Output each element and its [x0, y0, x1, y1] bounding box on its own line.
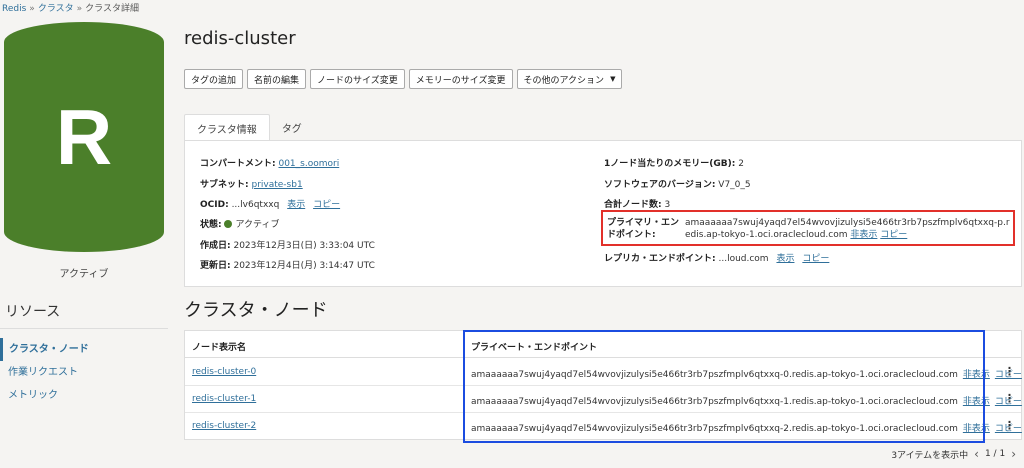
avatar-status: アクティブ [59, 269, 109, 280]
resources-title: リソース [5, 304, 61, 320]
compartment-label: コンパートメント: [200, 159, 276, 169]
chevron-left-icon[interactable]: ‹ [974, 447, 979, 461]
cluster-info-panel: コンパートメント: 001_s.oomori サブネット: private-sb… [184, 140, 1022, 287]
compartment-field: コンパートメント: 001_s.oomori [200, 156, 339, 169]
primary-endpoint-text: amaaaaaa7swuj4yaqd7el54wvovjizulysi5e466… [685, 218, 1010, 240]
column-header-private-endpoint[interactable]: プライベート・エンドポイント [471, 340, 597, 353]
node-hide-link[interactable]: 非表示 [963, 397, 990, 407]
subnet-link[interactable]: private-sb1 [251, 180, 302, 190]
page-indicator: 1 / 1 [984, 449, 1006, 459]
compartment-link[interactable]: 001_s.oomori [278, 159, 339, 169]
breadcrumb-redis[interactable]: Redis [2, 4, 26, 14]
breadcrumb-separator: » [29, 4, 35, 14]
node-name-link[interactable]: redis-cluster-1 [192, 394, 256, 404]
primary-endpoint-hide-link[interactable]: 非表示 [850, 230, 877, 240]
row-actions-kebab-icon[interactable]: ⋮ [1004, 419, 1015, 432]
node-endpoint-text: amaaaaaa7swuj4yaqd7el54wvovjizulysi5e466… [471, 424, 958, 434]
breadcrumb-clusters[interactable]: クラスタ [38, 4, 74, 14]
resources-divider [0, 328, 168, 329]
node-endpoint: amaaaaaa7swuj4yaqd7el54wvovjizulysi5e466… [471, 367, 1022, 380]
replica-endpoint-label: レプリカ・エンドポイント: [604, 254, 716, 264]
ocid-value: ...lv6qtxxq [231, 200, 280, 210]
resource-item-work-requests[interactable]: 作業リクエスト [0, 361, 168, 384]
replica-copy-link[interactable]: コピー [802, 254, 829, 264]
state-value: アクティブ [235, 220, 280, 230]
replica-show-link[interactable]: 表示 [776, 254, 794, 264]
total-nodes-field: 合計ノード数: 3 [604, 197, 670, 210]
caret-down-icon: ▼ [610, 75, 616, 83]
table-footer: 3アイテムを表示中 ‹ 1 / 1 › [891, 447, 1016, 461]
breadcrumb-current: クラスタ詳細 [85, 4, 139, 14]
resource-item-metrics[interactable]: メトリック [0, 384, 168, 407]
created-field: 作成日: 2023年12月3日(日) 3:33:04 UTC [200, 238, 375, 251]
cluster-nodes-title: クラスタ・ノード [184, 300, 328, 321]
updated-field: 更新日: 2023年12月4日(月) 3:14:47 UTC [200, 258, 375, 271]
resource-item-cluster-nodes[interactable]: クラスタ・ノード [0, 338, 168, 361]
memory-value: 2 [738, 159, 744, 169]
ocid-label: OCID: [200, 200, 229, 210]
created-label: 作成日: [200, 241, 231, 251]
subnet-label: サブネット: [200, 180, 249, 190]
primary-endpoint-highlight: プライマリ・エンドポイント: amaaaaaa7swuj4yaqd7el54wv… [601, 210, 1015, 246]
updated-label: 更新日: [200, 261, 231, 271]
row-actions-kebab-icon[interactable]: ⋮ [1004, 365, 1015, 378]
node-name-link[interactable]: redis-cluster-0 [192, 367, 256, 377]
node-endpoint-text: amaaaaaa7swuj4yaqd7el54wvovjizulysi5e466… [471, 397, 958, 407]
add-tag-button[interactable]: タグの追加 [184, 69, 244, 89]
resize-nodes-button[interactable]: ノードのサイズ変更 [310, 69, 405, 89]
cluster-avatar: R [4, 22, 164, 252]
state-label: 状態: [200, 220, 222, 230]
tab-bar: クラスタ情報 タグ [184, 114, 314, 141]
chevron-right-icon[interactable]: › [1011, 447, 1016, 461]
replica-endpoint-field: レプリカ・エンドポイント: ...loud.com 表示 コピー [604, 251, 829, 264]
software-value: V7_0_5 [718, 180, 751, 190]
memory-field: 1ノード当たりのメモリー(GB): 2 [604, 156, 744, 169]
more-actions-label: その他のアクション [523, 75, 605, 86]
more-actions-button[interactable]: その他のアクション ▼ [516, 69, 623, 89]
resize-memory-button[interactable]: メモリーのサイズ変更 [408, 69, 513, 89]
breadcrumb-separator: » [76, 4, 83, 14]
table-row: redis-cluster-0 amaaaaaa7swuj4yaqd7el54w… [185, 359, 1022, 386]
resources-nav: クラスタ・ノード 作業リクエスト メトリック [0, 338, 168, 407]
avatar-letter: R [55, 92, 113, 181]
node-endpoint: amaaaaaa7swuj4yaqd7el54wvovjizulysi5e466… [471, 394, 1022, 407]
software-label: ソフトウェアのバージョン: [604, 180, 716, 190]
cluster-nodes-table: ノード表示名 プライベート・エンドポイント redis-cluster-0 am… [184, 330, 1022, 440]
table-row: redis-cluster-1 amaaaaaa7swuj4yaqd7el54w… [185, 386, 1022, 413]
row-actions-kebab-icon[interactable]: ⋮ [1004, 392, 1015, 405]
page-title: redis-cluster [184, 28, 296, 49]
total-nodes-value: 3 [664, 200, 671, 210]
ocid-show-link[interactable]: 表示 [287, 200, 305, 210]
memory-label: 1ノード当たりのメモリー(GB): [604, 159, 736, 169]
node-endpoint-text: amaaaaaa7swuj4yaqd7el54wvovjizulysi5e466… [471, 370, 958, 380]
table-row: redis-cluster-2 amaaaaaa7swuj4yaqd7el54w… [185, 413, 1022, 440]
primary-endpoint-label: プライマリ・エンドポイント: [607, 218, 680, 240]
node-hide-link[interactable]: 非表示 [963, 370, 990, 380]
primary-endpoint-value: amaaaaaa7swuj4yaqd7el54wvovjizulysi5e466… [685, 217, 1013, 241]
tab-cluster-info[interactable]: クラスタ情報 [184, 114, 270, 141]
breadcrumb: Redis» クラスタ» クラスタ詳細 [2, 1, 139, 14]
node-endpoint: amaaaaaa7swuj4yaqd7el54wvovjizulysi5e466… [471, 421, 1022, 434]
total-nodes-label: 合計ノード数: [604, 200, 662, 210]
node-name-link[interactable]: redis-cluster-2 [192, 421, 256, 431]
tab-tags[interactable]: タグ [270, 114, 314, 141]
status-dot-icon [224, 220, 233, 228]
created-value: 2023年12月3日(日) 3:33:04 UTC [233, 241, 375, 251]
rename-button[interactable]: 名前の編集 [247, 69, 307, 89]
column-header-node-name[interactable]: ノード表示名 [192, 340, 246, 353]
ocid-field: OCID: ...lv6qtxxq 表示 コピー [200, 197, 340, 210]
ocid-copy-link[interactable]: コピー [313, 200, 340, 210]
table-header: ノード表示名 プライベート・エンドポイント [185, 331, 1021, 358]
subnet-field: サブネット: private-sb1 [200, 177, 303, 190]
primary-endpoint-copy-link[interactable]: コピー [880, 230, 907, 240]
action-bar: タグの追加 名前の編集 ノードのサイズ変更 メモリーのサイズ変更 その他のアクシ… [184, 69, 623, 89]
state-field: 状態: アクティブ [200, 217, 280, 230]
items-count: 3アイテムを表示中 [891, 450, 969, 461]
replica-endpoint-value: ...loud.com [718, 254, 769, 264]
software-field: ソフトウェアのバージョン: V7_0_5 [604, 177, 751, 190]
node-hide-link[interactable]: 非表示 [963, 424, 990, 434]
updated-value: 2023年12月4日(月) 3:14:47 UTC [233, 261, 375, 271]
